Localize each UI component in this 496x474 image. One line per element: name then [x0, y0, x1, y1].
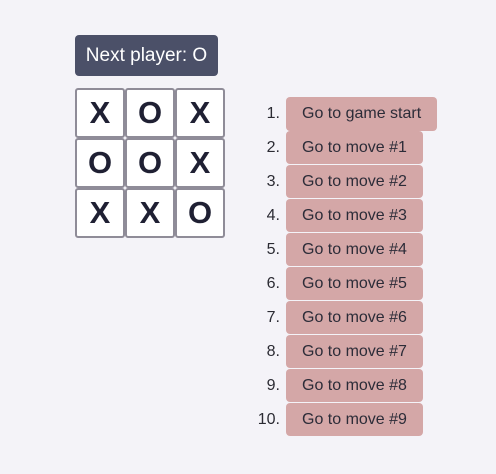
- go-to-game-start-button[interactable]: Go to game start: [286, 97, 437, 131]
- board-square-0[interactable]: X: [75, 88, 125, 138]
- board-square-2[interactable]: X: [175, 88, 225, 138]
- move-number: 1.: [266, 105, 280, 122]
- board-square-4[interactable]: O: [125, 138, 175, 188]
- move-number: 9.: [266, 377, 280, 394]
- go-to-move-7-button[interactable]: Go to move #7: [286, 335, 423, 368]
- go-to-move-8-button[interactable]: Go to move #8: [286, 369, 423, 402]
- move-number: 8.: [266, 343, 280, 360]
- move-number: 3.: [266, 173, 280, 190]
- board-square-1[interactable]: O: [125, 88, 175, 138]
- board-square-7[interactable]: X: [125, 188, 175, 238]
- next-player-status: Next player: O: [75, 35, 218, 76]
- move-number: 5.: [266, 241, 280, 258]
- move-number: 2.: [266, 139, 280, 156]
- go-to-move-9-button[interactable]: Go to move #9: [286, 403, 423, 436]
- go-to-move-3-button[interactable]: Go to move #3: [286, 199, 423, 232]
- tic-tac-toe-game: Next player: O X O X O O X X X O 1. Go t…: [0, 0, 496, 474]
- board-square-3[interactable]: O: [75, 138, 125, 188]
- go-to-move-6-button[interactable]: Go to move #6: [286, 301, 423, 334]
- move-number: 6.: [266, 275, 280, 292]
- go-to-move-2-button[interactable]: Go to move #2: [286, 165, 423, 198]
- move-number: 10.: [257, 411, 280, 428]
- game-board: X O X O O X X X O: [75, 88, 225, 238]
- board-square-8[interactable]: O: [175, 188, 225, 238]
- go-to-move-5-button[interactable]: Go to move #5: [286, 267, 423, 300]
- go-to-move-4-button[interactable]: Go to move #4: [286, 233, 423, 266]
- move-number: 4.: [266, 207, 280, 224]
- board-square-5[interactable]: X: [175, 138, 225, 188]
- move-number: 7.: [266, 309, 280, 326]
- go-to-move-1-button[interactable]: Go to move #1: [286, 131, 423, 164]
- board-square-6[interactable]: X: [75, 188, 125, 238]
